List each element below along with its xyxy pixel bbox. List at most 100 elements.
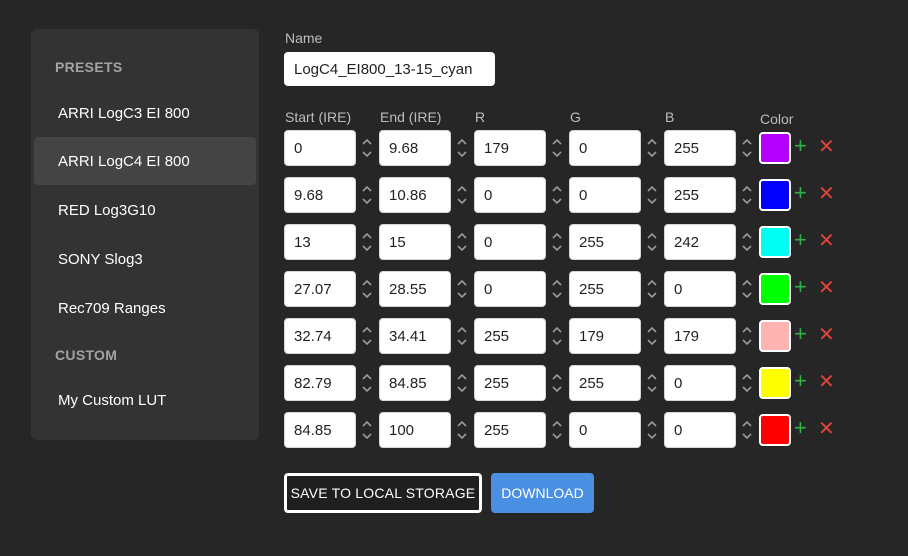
stepper-arrows-icon[interactable] — [740, 365, 754, 401]
stepper-arrows-icon[interactable] — [550, 318, 564, 354]
plus-icon[interactable]: + — [794, 135, 807, 157]
start-value-input[interactable]: 84.85 — [284, 412, 356, 448]
stepper-arrows-icon[interactable] — [740, 130, 754, 166]
stepper-arrows-icon[interactable] — [550, 412, 564, 448]
b-value-input[interactable]: 255 — [664, 130, 736, 166]
plus-icon[interactable]: + — [794, 182, 807, 204]
stepper-arrows-icon[interactable] — [550, 224, 564, 260]
start-value-input[interactable]: 82.79 — [284, 365, 356, 401]
range-row: 84.85 100 255 0 0 + ✕ — [0, 412, 908, 448]
start-value-input[interactable]: 27.07 — [284, 271, 356, 307]
stepper-arrows-icon[interactable] — [360, 412, 374, 448]
b-value-input[interactable]: 0 — [664, 271, 736, 307]
stepper-arrows-icon[interactable] — [645, 224, 659, 260]
plus-icon[interactable]: + — [794, 323, 807, 345]
stepper-arrows-icon[interactable] — [550, 177, 564, 213]
stepper-arrows-icon[interactable] — [455, 177, 469, 213]
b-value-input[interactable]: 179 — [664, 318, 736, 354]
range-row: 13 15 0 255 242 + ✕ — [0, 224, 908, 260]
range-row: 0 9.68 179 0 255 + ✕ — [0, 130, 908, 166]
close-icon[interactable]: ✕ — [818, 418, 835, 440]
close-icon[interactable]: ✕ — [818, 277, 835, 299]
color-swatch[interactable] — [759, 132, 791, 164]
g-value-input[interactable]: 179 — [569, 318, 641, 354]
r-value-input[interactable]: 255 — [474, 318, 546, 354]
color-swatch[interactable] — [759, 414, 791, 446]
color-swatch[interactable] — [759, 226, 791, 258]
end-value-input[interactable]: 28.55 — [379, 271, 451, 307]
color-swatch[interactable] — [759, 320, 791, 352]
stepper-arrows-icon[interactable] — [740, 177, 754, 213]
end-value-input[interactable]: 10.86 — [379, 177, 451, 213]
save-to-local-storage-button[interactable]: SAVE TO LOCAL STORAGE — [284, 473, 482, 513]
g-value-input[interactable]: 255 — [569, 224, 641, 260]
name-input[interactable] — [284, 52, 495, 86]
r-value-input[interactable]: 255 — [474, 365, 546, 401]
stepper-arrows-icon[interactable] — [550, 365, 564, 401]
b-value-input[interactable]: 242 — [664, 224, 736, 260]
stepper-arrows-icon[interactable] — [455, 271, 469, 307]
r-value-input[interactable]: 255 — [474, 412, 546, 448]
stepper-arrows-icon[interactable] — [740, 271, 754, 307]
end-value-input[interactable]: 9.68 — [379, 130, 451, 166]
end-value-input[interactable]: 100 — [379, 412, 451, 448]
b-value-input[interactable]: 0 — [664, 412, 736, 448]
end-value-input[interactable]: 34.41 — [379, 318, 451, 354]
r-value-input[interactable]: 0 — [474, 271, 546, 307]
stepper-arrows-icon[interactable] — [360, 224, 374, 260]
r-value-input[interactable]: 179 — [474, 130, 546, 166]
close-icon[interactable]: ✕ — [818, 324, 835, 346]
b-value-input[interactable]: 0 — [664, 365, 736, 401]
stepper-arrows-icon[interactable] — [360, 318, 374, 354]
g-value-input[interactable]: 255 — [569, 271, 641, 307]
stepper-arrows-icon[interactable] — [360, 271, 374, 307]
plus-icon[interactable]: + — [794, 229, 807, 251]
g-value-input[interactable]: 0 — [569, 130, 641, 166]
column-header-r: R — [475, 109, 486, 125]
stepper-arrows-icon[interactable] — [455, 224, 469, 260]
plus-icon[interactable]: + — [794, 370, 807, 392]
r-value-input[interactable]: 0 — [474, 177, 546, 213]
stepper-arrows-icon[interactable] — [645, 318, 659, 354]
stepper-arrows-icon[interactable] — [740, 224, 754, 260]
g-value-input[interactable]: 0 — [569, 412, 641, 448]
color-swatch[interactable] — [759, 273, 791, 305]
stepper-arrows-icon[interactable] — [645, 177, 659, 213]
close-icon[interactable]: ✕ — [818, 230, 835, 252]
g-value-input[interactable]: 0 — [569, 177, 641, 213]
start-value-input[interactable]: 32.74 — [284, 318, 356, 354]
g-value-input[interactable]: 255 — [569, 365, 641, 401]
start-value-input[interactable]: 0 — [284, 130, 356, 166]
color-swatch[interactable] — [759, 179, 791, 211]
close-icon[interactable]: ✕ — [818, 183, 835, 205]
end-value-input[interactable]: 84.85 — [379, 365, 451, 401]
stepper-arrows-icon[interactable] — [455, 130, 469, 166]
plus-icon[interactable]: + — [794, 276, 807, 298]
stepper-arrows-icon[interactable] — [645, 365, 659, 401]
plus-icon[interactable]: + — [794, 417, 807, 439]
stepper-arrows-icon[interactable] — [455, 318, 469, 354]
stepper-arrows-icon[interactable] — [360, 177, 374, 213]
color-swatch[interactable] — [759, 367, 791, 399]
name-label: Name — [285, 30, 323, 46]
start-value-input[interactable]: 13 — [284, 224, 356, 260]
stepper-arrows-icon[interactable] — [550, 271, 564, 307]
stepper-arrows-icon[interactable] — [550, 130, 564, 166]
start-value-input[interactable]: 9.68 — [284, 177, 356, 213]
download-button[interactable]: DOWNLOAD — [491, 473, 594, 513]
stepper-arrows-icon[interactable] — [645, 130, 659, 166]
r-value-input[interactable]: 0 — [474, 224, 546, 260]
stepper-arrows-icon[interactable] — [645, 271, 659, 307]
stepper-arrows-icon[interactable] — [455, 365, 469, 401]
stepper-arrows-icon[interactable] — [360, 365, 374, 401]
stepper-arrows-icon[interactable] — [740, 318, 754, 354]
stepper-arrows-icon[interactable] — [740, 412, 754, 448]
stepper-arrows-icon[interactable] — [455, 412, 469, 448]
end-value-input[interactable]: 15 — [379, 224, 451, 260]
stepper-arrows-icon[interactable] — [360, 130, 374, 166]
range-row: 9.68 10.86 0 0 255 + ✕ — [0, 177, 908, 213]
close-icon[interactable]: ✕ — [818, 136, 835, 158]
stepper-arrows-icon[interactable] — [645, 412, 659, 448]
close-icon[interactable]: ✕ — [818, 371, 835, 393]
b-value-input[interactable]: 255 — [664, 177, 736, 213]
